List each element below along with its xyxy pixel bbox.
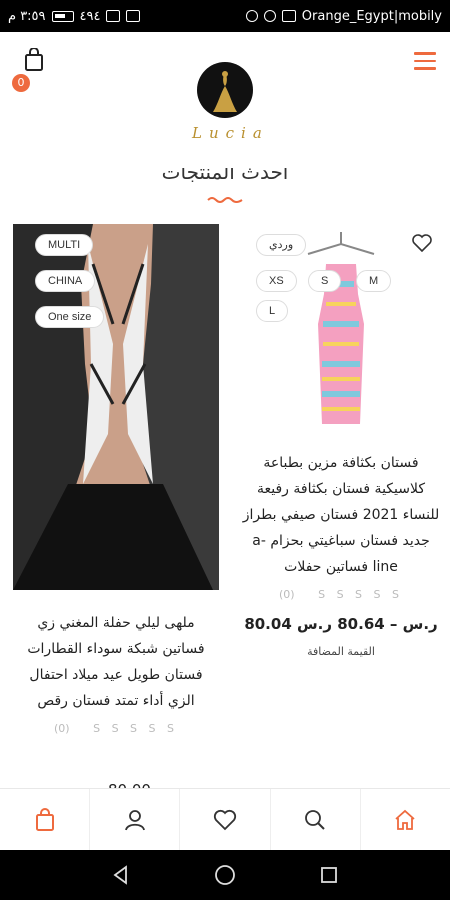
home-circle-icon[interactable] — [214, 864, 236, 886]
cart-count-badge: 0 — [12, 74, 30, 92]
variant-chip-size-m[interactable]: M — [356, 270, 392, 292]
nav-search[interactable] — [271, 789, 361, 850]
tax-label: القيمة المضافة — [307, 645, 375, 658]
bottom-nav — [0, 788, 450, 850]
status-bar: ٣:٥٩ م ٤٩٤ Orange_Egypt|mobily — [0, 0, 450, 32]
logo-text: Lucia — [192, 124, 269, 142]
dress-illustration — [307, 232, 375, 424]
nav-wishlist[interactable] — [180, 789, 271, 850]
product-card[interactable]: وردي XS S M L فستان بكثافة مزين بطباعة ك… — [238, 224, 444, 658]
variant-chip-color[interactable]: MULTI — [35, 234, 94, 256]
app-header: 0 Lucia — [0, 32, 450, 182]
logo-emblem — [197, 62, 253, 118]
shopping-bag-icon — [35, 807, 54, 831]
product-name[interactable]: ملهى ليلي حفلة المغني زي فساتين شبكة سود… — [13, 610, 219, 714]
search-icon — [305, 809, 325, 830]
section-title: أحدث المنتجات — [161, 168, 289, 182]
star-rating: S S S S S — [318, 588, 403, 601]
heart-icon — [213, 809, 237, 830]
mute-icon — [126, 10, 141, 22]
recents-icon[interactable] — [319, 865, 339, 885]
title-underline-decoration — [207, 197, 243, 203]
system-nav-bar — [0, 850, 450, 900]
back-icon[interactable] — [111, 865, 131, 885]
variant-chip-color[interactable]: وردي — [256, 234, 307, 256]
variant-chip-size-s[interactable]: S — [308, 270, 342, 292]
variant-chip-size-xs[interactable]: XS — [256, 270, 297, 292]
status-network: ٤٩٤ — [79, 8, 101, 24]
logo[interactable]: Lucia — [186, 62, 264, 142]
status-right: Orange_Egypt|mobily — [245, 8, 442, 24]
variant-chip-size[interactable]: One size — [35, 306, 105, 328]
product-price: 80.00 ر.س — [108, 780, 186, 788]
variant-chip-origin[interactable]: CHINA — [35, 270, 96, 292]
product-rating: (0) S S S S S — [238, 588, 444, 601]
cart-button[interactable]: 0 — [12, 48, 46, 92]
product-image[interactable]: MULTI CHINA One size — [13, 224, 219, 590]
shopping-bag-icon — [25, 48, 43, 71]
review-count: (0) — [54, 722, 70, 735]
star-rating: S S S S S — [93, 722, 178, 735]
user-icon — [124, 809, 145, 830]
screen-icon — [281, 10, 296, 22]
nav-account[interactable] — [90, 789, 181, 850]
product-image[interactable]: وردي XS S M L — [238, 224, 444, 444]
carrier-name: Orange_Egypt|mobily — [301, 8, 442, 24]
heart-icon[interactable] — [412, 234, 432, 252]
nav-home[interactable] — [361, 789, 450, 850]
review-count: (0) — [279, 588, 295, 601]
whatsapp-icon — [245, 10, 258, 22]
variant-chip-size-l[interactable]: L — [256, 300, 289, 322]
status-time: ٣:٥٩ م — [8, 8, 46, 24]
menu-button[interactable] — [414, 52, 436, 72]
product-price: 80.04 ر.س – 80.64 ر.س — [244, 615, 438, 633]
product-rating: (0) S S S S S — [13, 722, 219, 735]
product-card[interactable]: MULTI CHINA One size ملهى ليلي حفلة المغ… — [13, 224, 219, 788]
home-icon — [395, 809, 416, 830]
product-name[interactable]: فستان بكثافة مزين بطباعة كلاسيكية فستان … — [238, 450, 444, 580]
battery-icon — [51, 10, 74, 22]
wifi-icon — [106, 10, 121, 22]
nav-cart[interactable] — [0, 789, 91, 850]
status-left: ٣:٥٩ م ٤٩٤ — [8, 8, 141, 24]
sync-icon — [263, 10, 276, 22]
